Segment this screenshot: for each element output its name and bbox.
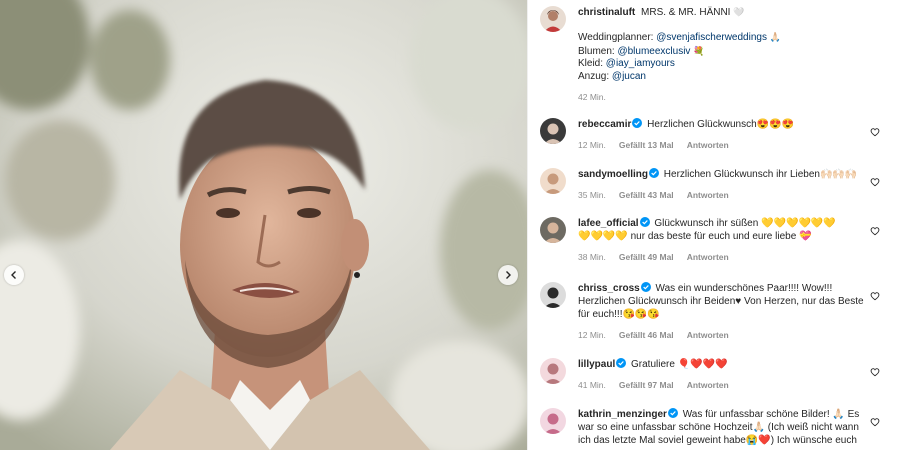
commenter-username[interactable]: chriss_cross: [578, 283, 640, 294]
heart-icon: [870, 178, 880, 187]
heart-icon: [870, 128, 880, 137]
reply-button[interactable]: Antworten: [687, 380, 729, 390]
comment-like-count[interactable]: Gefällt 49 Mal: [619, 252, 674, 262]
caption-emoji: 💐: [690, 45, 705, 56]
caption-credit-label: Kleid:: [578, 58, 606, 69]
heart-icon: [870, 227, 880, 236]
comments-panel: christinaluft MRS. & MR. HÄNNI 🤍 Wedding…: [527, 0, 900, 450]
heart-icon: [870, 368, 880, 377]
caption-credit-label: Blumen:: [578, 45, 618, 57]
comment-meta: 12 Min. Gefällt 46 Mal Antworten: [578, 330, 890, 340]
comment-text: war so eine unfassbar schöne Hochzeit🙏🏻 …: [578, 422, 859, 433]
comment-text: 💛💛💛💛 nur das beste für euch und eure lie…: [578, 231, 812, 242]
author-username[interactable]: christinaluft: [578, 7, 635, 18]
comment-text: Was für unfassbar schöne Bilder! 🙏🏻 Es: [682, 409, 860, 420]
comment-item: rebeccamir Herzlichen Glückwunsch😍😍😍 12 M…: [540, 118, 890, 150]
caption-mention-link[interactable]: @svenjafischerweddings: [656, 32, 767, 43]
comment-like-button[interactable]: [870, 417, 880, 427]
commenter-username[interactable]: kathrin_menzinger: [578, 409, 667, 420]
caption-mention-link[interactable]: @iay_iamyours: [606, 58, 675, 69]
caption-title: MRS. & MR. HÄNNI: [641, 7, 731, 18]
verified-badge-icon: [640, 282, 651, 292]
comment-like-count[interactable]: Gefällt 97 Mal: [619, 380, 674, 390]
commenter-avatar[interactable]: [540, 118, 566, 144]
caption-mention-link[interactable]: @jucan: [612, 71, 646, 82]
previous-image-button[interactable]: [4, 265, 24, 285]
comment-like-button[interactable]: [870, 291, 880, 301]
comment-meta: 35 Min. Gefällt 43 Mal Antworten: [578, 190, 890, 200]
caption-title-emoji: 🤍: [733, 7, 745, 17]
comment-like-count[interactable]: Gefällt 13 Mal: [619, 140, 674, 150]
comment-like-button[interactable]: [870, 226, 880, 236]
comment-timestamp: 41 Min.: [578, 380, 606, 390]
caption-credit-line: Weddingplanner: @svenjafischerweddings 🙏…: [578, 31, 890, 45]
comment-text: Was ein wunderschönes Paar!!!! Wow!!!: [655, 283, 833, 294]
comment-timestamp: 35 Min.: [578, 190, 606, 200]
reply-button[interactable]: Antworten: [687, 330, 729, 340]
comment-item: chriss_cross Was ein wunderschönes Paar!…: [540, 282, 890, 340]
post-photo: [0, 0, 527, 450]
comment-meta: 12 Min. Gefällt 13 Mal Antworten: [578, 140, 890, 150]
instagram-post-view: christinaluft MRS. & MR. HÄNNI 🤍 Wedding…: [0, 0, 900, 450]
comment-item: sandymoelling Herzlichen Glückwunsch ihr…: [540, 168, 890, 200]
verified-badge-icon: [639, 217, 650, 227]
caption-credit-label: Weddingplanner:: [578, 32, 657, 43]
commenter-avatar[interactable]: [540, 168, 566, 194]
caption-credit-line: Anzug: @jucan: [578, 71, 890, 84]
comment-meta: 38 Min. Gefällt 49 Mal Antworten: [578, 252, 890, 262]
comment-item: lafee_official Glückwunsch ihr süßen 💛💛💛…: [540, 217, 890, 262]
post-media[interactable]: [0, 0, 527, 450]
caption-emoji: 🙏🏻: [766, 32, 781, 42]
heart-icon: [870, 418, 880, 427]
chevron-right-icon: [506, 271, 511, 279]
caption-credit-line: Kleid: @iay_iamyours: [578, 58, 890, 71]
verified-badge-icon: [667, 408, 678, 418]
comment-timestamp: 38 Min.: [578, 252, 606, 262]
caption-credits: Weddingplanner: @svenjafischerweddings 🙏…: [578, 31, 890, 83]
commenter-avatar[interactable]: [540, 217, 566, 243]
comment-item: kathrin_menzinger Was für unfassbar schö…: [540, 408, 890, 447]
reply-button[interactable]: Antworten: [687, 190, 729, 200]
commenter-username[interactable]: sandymoelling: [578, 169, 648, 180]
caption-credit-line: Blumen: @blumeexclusiv 💐: [578, 45, 890, 59]
comment-text: Herzlichen Glückwunsch ihr Beiden♥ Von H…: [578, 296, 864, 307]
commenter-username[interactable]: lafee_official: [578, 218, 639, 229]
comment-text: Herzlichen Glückwunsch ihr Lieben🙌🏻🙌🏻🙌🏻: [663, 169, 858, 180]
comment-text: Gratuliere 🎈❤️❤️❤️: [631, 359, 728, 370]
next-image-button[interactable]: [498, 265, 518, 285]
reply-button[interactable]: Antworten: [687, 252, 729, 262]
comment-timestamp: 12 Min.: [578, 140, 606, 150]
comment-like-count[interactable]: Gefällt 46 Mal: [619, 330, 674, 340]
commenter-avatar[interactable]: [540, 358, 566, 384]
heart-icon: [870, 292, 880, 301]
commenter-avatar[interactable]: [540, 282, 566, 308]
verified-badge-icon: [632, 118, 643, 128]
commenter-username[interactable]: rebeccamir: [578, 119, 631, 130]
caption-timestamp: 42 Min.: [578, 92, 606, 102]
reply-button[interactable]: Antworten: [687, 140, 729, 150]
verified-badge-icon: [616, 358, 627, 368]
verified-badge-icon: [649, 168, 660, 178]
caption-credit-label: Anzug:: [578, 70, 612, 82]
post-caption: christinaluft MRS. & MR. HÄNNI 🤍 Wedding…: [540, 6, 890, 102]
comment-meta: 41 Min. Gefällt 97 Mal Antworten: [578, 380, 890, 390]
commenter-avatar[interactable]: [540, 408, 566, 434]
comment-text: Glückwunsch ihr süßen 💛💛💛💛💛💛: [654, 218, 836, 229]
comment-like-button[interactable]: [870, 177, 880, 187]
caption-mention-link[interactable]: @blumeexclusiv: [617, 46, 690, 57]
chevron-left-icon: [11, 271, 16, 279]
comment-like-button[interactable]: [870, 127, 880, 137]
commenter-username[interactable]: lillypaul: [578, 359, 615, 370]
comment-text: für euch!!!😘😘😘: [578, 309, 660, 320]
comment-like-button[interactable]: [870, 367, 880, 377]
comment-item: lillypaul Gratuliere 🎈❤️❤️❤️ 41 Min. Gefäl…: [540, 358, 890, 390]
comment-text: Herzlichen Glückwunsch😍😍😍: [647, 119, 794, 130]
author-avatar[interactable]: [540, 6, 566, 32]
comment-text: ich das letzte Mal soviel geweint habe😭❤…: [578, 435, 857, 446]
comment-timestamp: 12 Min.: [578, 330, 606, 340]
comment-like-count[interactable]: Gefällt 43 Mal: [619, 190, 674, 200]
